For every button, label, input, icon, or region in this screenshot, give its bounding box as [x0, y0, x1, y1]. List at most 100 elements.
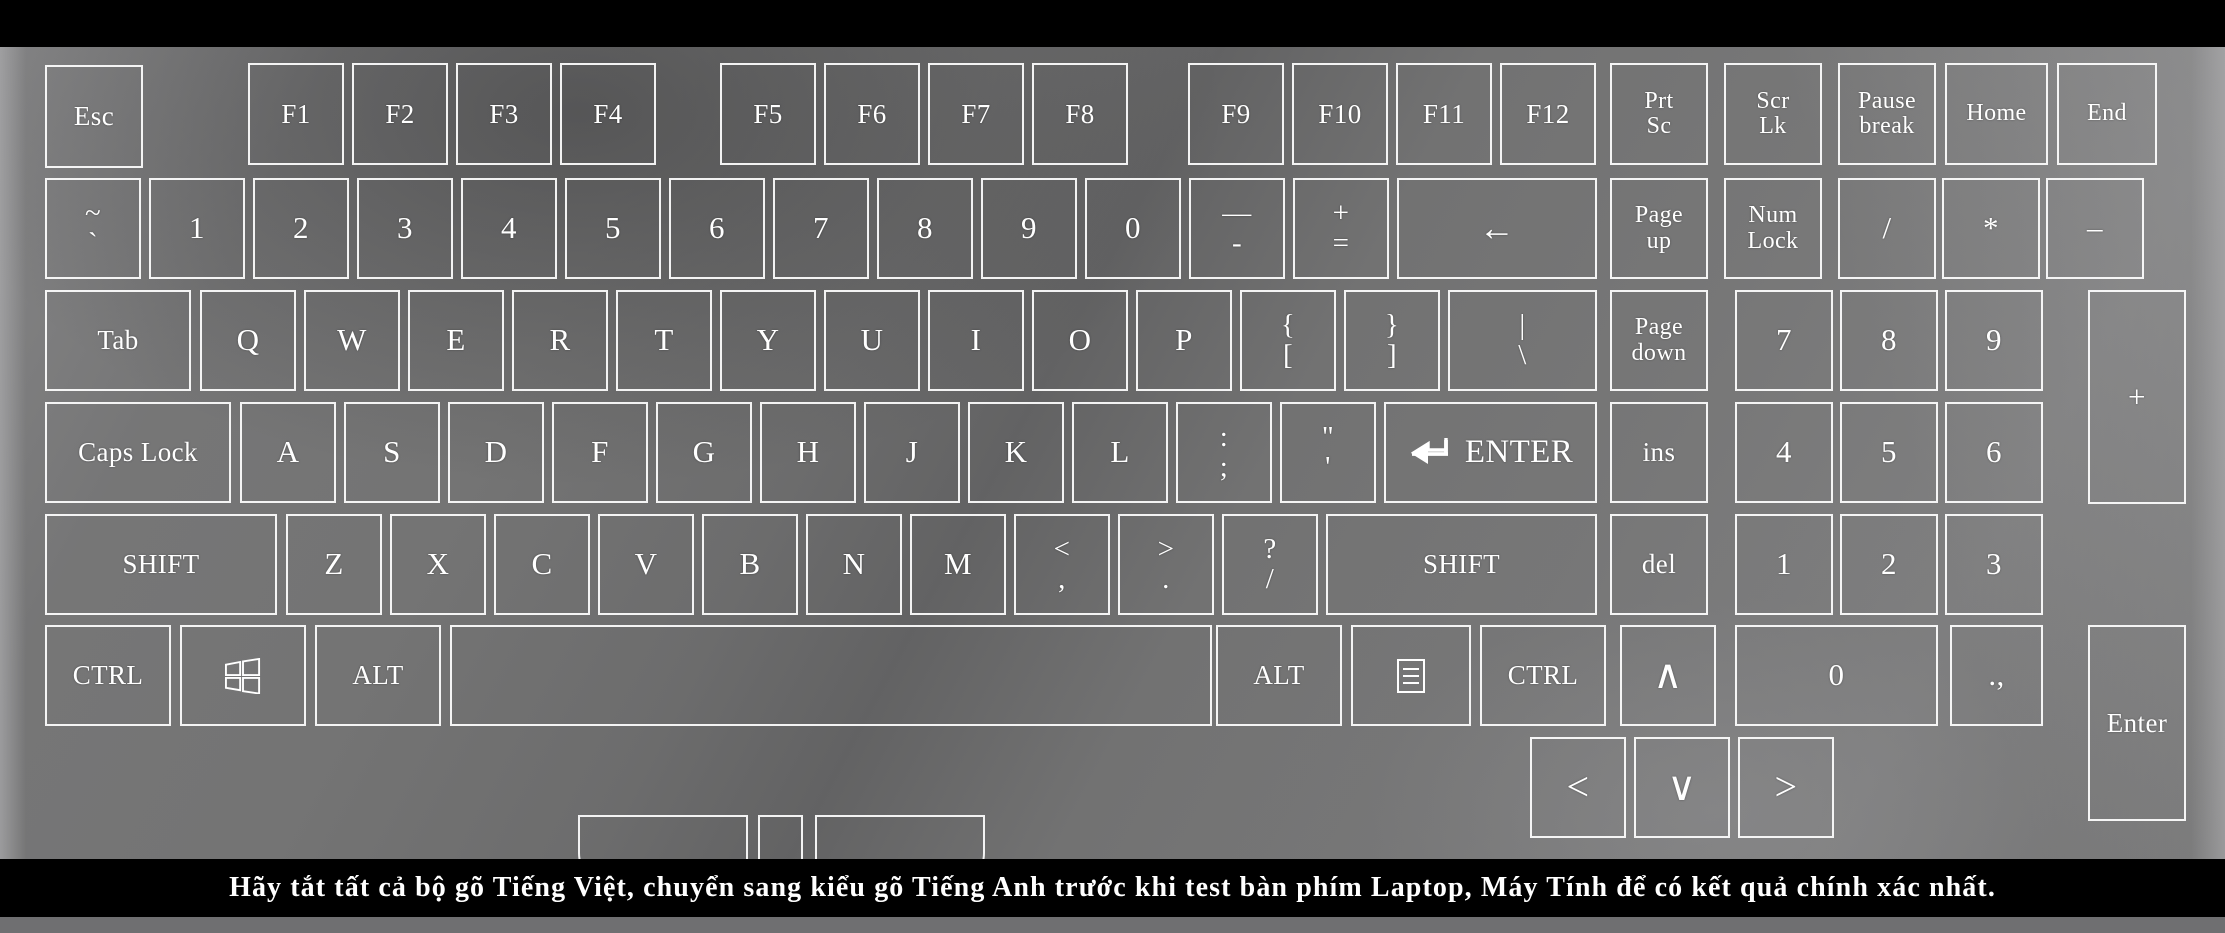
key-space[interactable]: [450, 625, 1212, 726]
key-f9[interactable]: F9: [1188, 63, 1284, 165]
key-p[interactable]: P: [1136, 290, 1232, 391]
mouse-left-button[interactable]: [578, 815, 748, 859]
key-caps-lock[interactable]: Caps Lock: [45, 402, 231, 503]
key-numpad-6[interactable]: 6: [1945, 402, 2043, 503]
key-a[interactable]: A: [240, 402, 336, 503]
key-f12[interactable]: F12: [1500, 63, 1596, 165]
key-f1[interactable]: F1: [248, 63, 344, 165]
key-numpad-period[interactable]: .,: [1950, 625, 2043, 726]
key-quote[interactable]: " ': [1280, 402, 1376, 503]
key-arrow-left[interactable]: <: [1530, 737, 1626, 838]
mouse-right-button[interactable]: [815, 815, 985, 859]
key-f8[interactable]: F8: [1032, 63, 1128, 165]
key-backquote[interactable]: ~ `: [45, 178, 141, 279]
key-f2[interactable]: F2: [352, 63, 448, 165]
key-numpad-7[interactable]: 7: [1735, 290, 1833, 391]
key-2[interactable]: 2: [253, 178, 349, 279]
key-period[interactable]: > .: [1118, 514, 1214, 615]
key-c[interactable]: C: [494, 514, 590, 615]
key-numpad-3[interactable]: 3: [1945, 514, 2043, 615]
key-right-alt[interactable]: ALT: [1216, 625, 1342, 726]
key-scroll-lock[interactable]: Scr Lk: [1724, 63, 1822, 165]
key-6[interactable]: 6: [669, 178, 765, 279]
key-d[interactable]: D: [448, 402, 544, 503]
key-numpad-multiply[interactable]: *: [1942, 178, 2040, 279]
key-z[interactable]: Z: [286, 514, 382, 615]
key-numpad-2[interactable]: 2: [1840, 514, 1938, 615]
key-arrow-right[interactable]: >: [1738, 737, 1834, 838]
key-7[interactable]: 7: [773, 178, 869, 279]
key-y[interactable]: Y: [720, 290, 816, 391]
key-numpad-minus[interactable]: –: [2046, 178, 2144, 279]
key-g[interactable]: G: [656, 402, 752, 503]
key-arrow-down[interactable]: ∨: [1634, 737, 1730, 838]
key-numpad-9[interactable]: 9: [1945, 290, 2043, 391]
key-s[interactable]: S: [344, 402, 440, 503]
key-backslash[interactable]: | \: [1448, 290, 1597, 391]
key-arrow-up[interactable]: ∧: [1620, 625, 1716, 726]
key-e[interactable]: E: [408, 290, 504, 391]
key-x[interactable]: X: [390, 514, 486, 615]
key-insert[interactable]: ins: [1610, 402, 1708, 503]
key-semicolon[interactable]: : ;: [1176, 402, 1272, 503]
key-numpad-8[interactable]: 8: [1840, 290, 1938, 391]
key-minus[interactable]: — -: [1189, 178, 1285, 279]
key-pause-break[interactable]: Pause break: [1838, 63, 1936, 165]
key-left-alt[interactable]: ALT: [315, 625, 441, 726]
key-menu[interactable]: [1351, 625, 1471, 726]
key-delete[interactable]: del: [1610, 514, 1708, 615]
key-r[interactable]: R: [512, 290, 608, 391]
key-8[interactable]: 8: [877, 178, 973, 279]
key-numpad-plus[interactable]: +: [2088, 290, 2186, 504]
key-m[interactable]: M: [910, 514, 1006, 615]
key-n[interactable]: N: [806, 514, 902, 615]
key-u[interactable]: U: [824, 290, 920, 391]
key-enter[interactable]: ENTER: [1384, 402, 1597, 503]
key-numpad-0[interactable]: 0: [1735, 625, 1938, 726]
key-f3[interactable]: F3: [456, 63, 552, 165]
key-right-shift[interactable]: SHIFT: [1326, 514, 1597, 615]
key-o[interactable]: O: [1032, 290, 1128, 391]
key-left-shift[interactable]: SHIFT: [45, 514, 277, 615]
key-f4[interactable]: F4: [560, 63, 656, 165]
key-home[interactable]: Home: [1945, 63, 2048, 165]
key-f[interactable]: F: [552, 402, 648, 503]
key-t[interactable]: T: [616, 290, 712, 391]
key-equal[interactable]: + =: [1293, 178, 1389, 279]
key-v[interactable]: V: [598, 514, 694, 615]
key-f10[interactable]: F10: [1292, 63, 1388, 165]
key-right-bracket[interactable]: } ]: [1344, 290, 1440, 391]
key-numpad-5[interactable]: 5: [1840, 402, 1938, 503]
key-comma[interactable]: < ,: [1014, 514, 1110, 615]
key-9[interactable]: 9: [981, 178, 1077, 279]
key-q[interactable]: Q: [200, 290, 296, 391]
key-f7[interactable]: F7: [928, 63, 1024, 165]
key-0[interactable]: 0: [1085, 178, 1181, 279]
key-right-ctrl[interactable]: CTRL: [1480, 625, 1606, 726]
key-numpad-4[interactable]: 4: [1735, 402, 1833, 503]
key-k[interactable]: K: [968, 402, 1064, 503]
key-numpad-enter[interactable]: Enter: [2088, 625, 2186, 821]
key-page-up[interactable]: Page up: [1610, 178, 1708, 279]
key-numpad-divide[interactable]: /: [1838, 178, 1936, 279]
key-end[interactable]: End: [2057, 63, 2157, 165]
key-1[interactable]: 1: [149, 178, 245, 279]
key-num-lock[interactable]: Num Lock: [1724, 178, 1822, 279]
key-windows[interactable]: [180, 625, 306, 726]
key-5[interactable]: 5: [565, 178, 661, 279]
key-l[interactable]: L: [1072, 402, 1168, 503]
key-3[interactable]: 3: [357, 178, 453, 279]
key-f11[interactable]: F11: [1396, 63, 1492, 165]
key-backspace[interactable]: ←: [1397, 178, 1597, 279]
key-i[interactable]: I: [928, 290, 1024, 391]
key-print-screen[interactable]: Prt Sc: [1610, 63, 1708, 165]
key-esc[interactable]: Esc: [45, 65, 143, 168]
key-numpad-1[interactable]: 1: [1735, 514, 1833, 615]
key-4[interactable]: 4: [461, 178, 557, 279]
mouse-middle-button[interactable]: [758, 815, 803, 859]
key-slash[interactable]: ? /: [1222, 514, 1318, 615]
key-left-ctrl[interactable]: CTRL: [45, 625, 171, 726]
key-j[interactable]: J: [864, 402, 960, 503]
key-f5[interactable]: F5: [720, 63, 816, 165]
key-h[interactable]: H: [760, 402, 856, 503]
